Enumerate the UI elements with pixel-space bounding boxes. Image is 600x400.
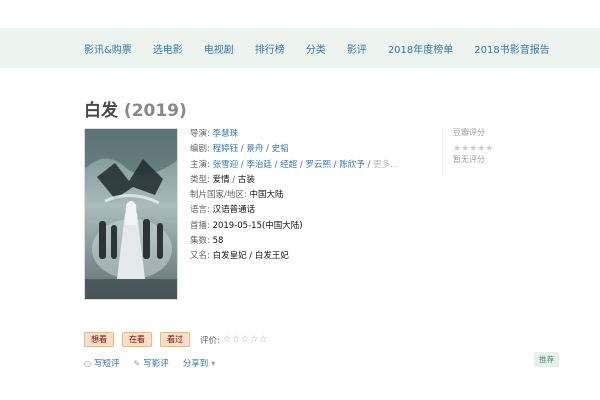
nav-list: 影讯&购票 选电影 电视剧 排行榜 分类 影评 2018年度榜单 2018书影音… — [84, 28, 571, 68]
language-row: 语言: 汉语普通话 — [190, 203, 398, 218]
episodes-value: 58 — [212, 236, 224, 247]
aka-value: 白发皇妃 / 白发王妃 — [212, 251, 289, 262]
writer-row: 编剧: 程婷钰 / 景舟 / 史韬 — [190, 144, 289, 155]
short-review-link[interactable]: ○ 写短评 — [84, 357, 120, 370]
poster-art — [85, 129, 177, 299]
watched-button[interactable]: 看过 — [160, 332, 190, 347]
want-button[interactable]: 想看 — [84, 332, 114, 347]
title-year: (2019) — [123, 101, 187, 121]
rate-stars-icon[interactable]: ☆☆☆☆☆ — [223, 334, 268, 345]
chevron-down-icon: ▾ — [211, 358, 216, 368]
cast-row: 主演: 张雪迎 / 李治廷 / 经超 / 罗云熙 / 陈欣予 / 更多... — [190, 159, 399, 170]
recommend-button[interactable]: 推荐 — [534, 352, 559, 367]
genre-label: 类型: — [190, 174, 210, 185]
share-link[interactable]: 分享到 ▾ — [182, 357, 219, 370]
cast-more-link[interactable]: 更多... — [373, 160, 398, 170]
country-label: 制片国家/地区: — [190, 190, 247, 201]
cast-link[interactable]: 陈欣予 — [339, 160, 365, 170]
nav-annual-list[interactable]: 2018年度榜单 — [388, 41, 453, 56]
share-label: 分享到 — [182, 359, 209, 369]
country-value: 中国大陆 — [249, 190, 284, 201]
episodes-label: 集数: — [190, 236, 210, 247]
nav-annual-report[interactable]: 2018书影音报告 — [474, 41, 549, 56]
short-review-label: 写短评 — [93, 359, 120, 369]
nav-movies[interactable]: 选电影 — [153, 41, 183, 56]
country-row: 制片国家/地区: 中国大陆 — [190, 188, 398, 203]
nav-tv[interactable]: 电视剧 — [204, 41, 234, 56]
info-panel: 导演: 李慧珠 编剧: 程婷钰 / 景舟 / 史韬 主演: 张雪迎 / 李治廷 … — [190, 127, 398, 265]
rating-panel: 豆瓣评分 ★★★★★ 暂无评分 — [442, 127, 522, 177]
director-link[interactable]: 李慧珠 — [213, 129, 239, 139]
nav-tickets[interactable]: 影讯&购票 — [84, 41, 132, 56]
writer-link[interactable]: 史韬 — [272, 144, 289, 154]
language-label: 语言: — [190, 205, 210, 216]
action-links: ○ 写短评 ✎ 写影评 分享到 ▾ — [84, 357, 232, 370]
premiere-value: 2019-05-15(中国大陆) — [212, 220, 303, 231]
review-label: 写影评 — [143, 359, 169, 369]
episodes-row: 集数: 58 — [190, 234, 398, 249]
language-value: 汉语普通话 — [212, 205, 256, 216]
cast-link[interactable]: 罗云熙 — [305, 160, 331, 170]
rating-stars-icon: ★★★★★ — [453, 144, 494, 154]
genre-value: 古装 — [237, 174, 255, 185]
cast-link[interactable]: 李治廷 — [246, 160, 272, 170]
cast-link[interactable]: 张雪迎 — [213, 160, 239, 170]
cast-label: 主演: — [190, 159, 210, 170]
rate-label: 评价: — [200, 335, 220, 346]
genre-row: 类型: 爱情 / 古装 — [190, 174, 255, 185]
cast-link[interactable]: 经超 — [280, 160, 297, 170]
aka-row: 又名: 白发皇妃 / 白发王妃 — [190, 249, 398, 264]
poster-image[interactable] — [84, 128, 178, 300]
premiere-label: 首播: — [190, 220, 210, 231]
nav-charts[interactable]: 排行榜 — [255, 41, 285, 56]
writer-label: 编剧: — [190, 144, 210, 155]
top-nav-bar: 影讯&购票 选电影 电视剧 排行榜 分类 影评 2018年度榜单 2018书影音… — [0, 28, 600, 68]
review-link[interactable]: ✎ 写影评 — [133, 357, 169, 370]
writer-link[interactable]: 景舟 — [246, 144, 263, 154]
director-label: 导演: — [190, 129, 210, 139]
bubble-icon: ○ — [84, 358, 91, 368]
mark-buttons: 想看 在看 看过 评价: ☆☆☆☆☆ — [84, 332, 268, 347]
nav-categories[interactable]: 分类 — [306, 41, 326, 56]
nav-reviews[interactable]: 影评 — [347, 41, 367, 56]
writer-link[interactable]: 程婷钰 — [213, 144, 239, 154]
director-row: 导演: 李慧珠 — [190, 127, 398, 142]
genre-value: 爱情 — [212, 174, 230, 185]
pen-icon: ✎ — [133, 358, 141, 368]
page-title: 白发 (2019) — [84, 96, 187, 121]
title-name: 白发 — [84, 101, 118, 121]
aka-label: 又名: — [190, 251, 210, 262]
premiere-row: 首播: 2019-05-15(中国大陆) — [190, 219, 398, 234]
watching-button[interactable]: 在看 — [122, 332, 152, 347]
rating-label: 豆瓣评分 — [453, 128, 485, 137]
no-rating-text: 暂无评分 — [453, 155, 485, 164]
